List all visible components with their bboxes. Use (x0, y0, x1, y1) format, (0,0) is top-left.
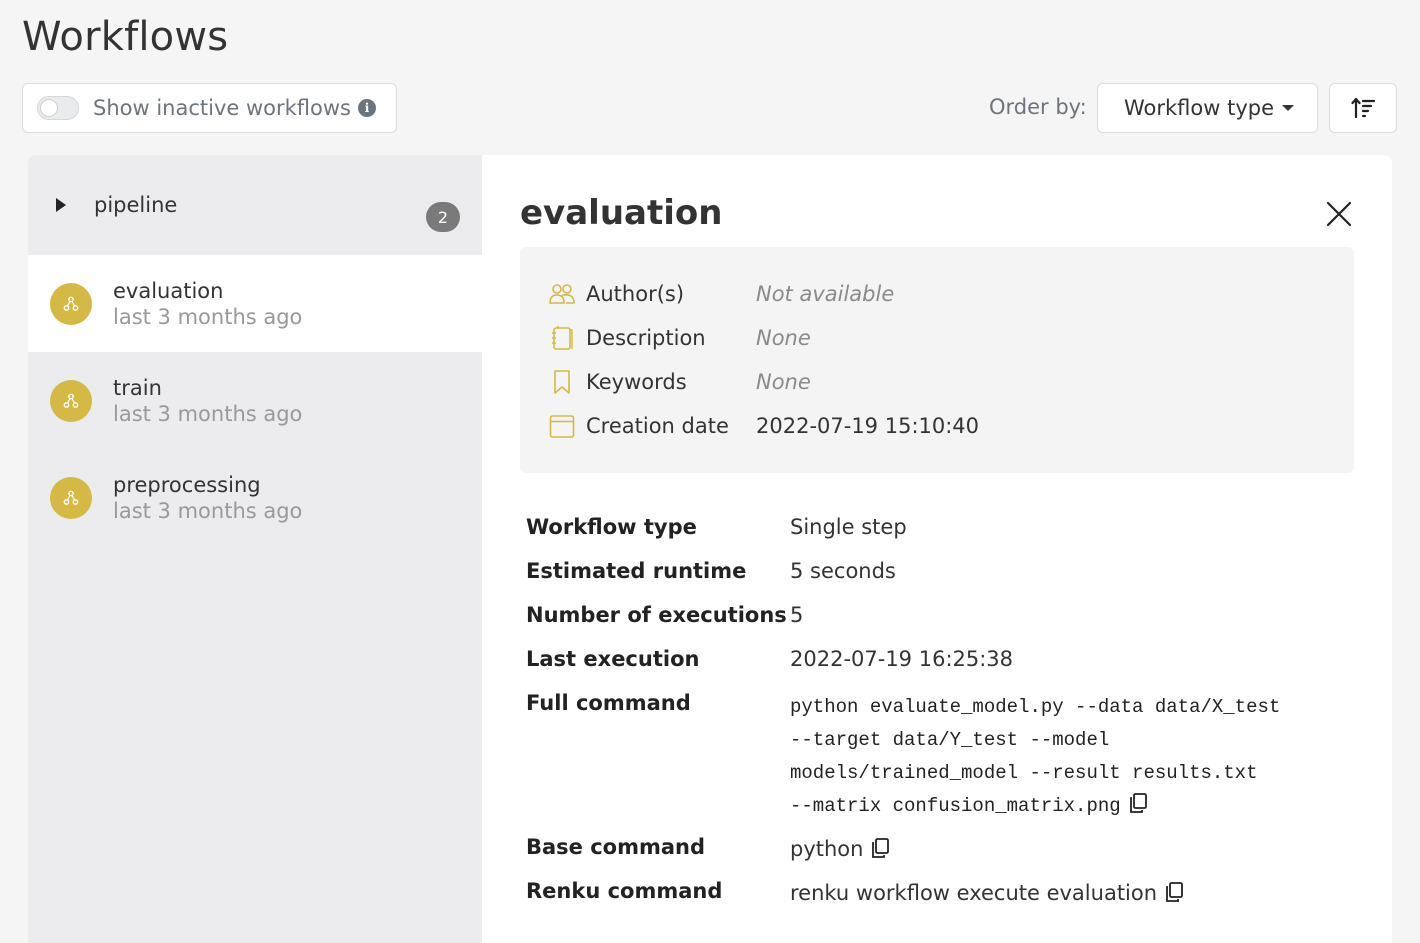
workflow-item[interactable]: preprocessing last 3 months ago (28, 449, 482, 546)
executions-value: 5 (790, 603, 804, 627)
group-name: pipeline (94, 193, 178, 217)
calendar-icon (548, 412, 576, 440)
renku-command-value: renku workflow execute evaluation (790, 881, 1158, 905)
author-value: Not available (756, 282, 895, 306)
sort-direction-button[interactable] (1329, 83, 1397, 133)
workflow-name: evaluation (113, 278, 224, 303)
creation-date-label: Creation date (586, 414, 729, 438)
base-command-wrap: python (790, 837, 890, 861)
runtime-value: 5 seconds (790, 559, 896, 583)
expand-triangle-icon[interactable] (56, 198, 66, 212)
toggle-knob (40, 99, 58, 117)
show-inactive-toggle[interactable]: Show inactive workflows i (22, 83, 397, 133)
command-line: --target data/Y_test --model (790, 729, 1110, 751)
workflow-item[interactable]: train last 3 months ago (28, 352, 482, 449)
count-badge: 2 (426, 202, 460, 232)
keywords-label: Keywords (586, 370, 687, 394)
author-row: Author(s) Not available (548, 279, 894, 309)
people-icon (548, 280, 576, 308)
last-execution-label: Last execution (526, 647, 700, 671)
keywords-row: Keywords None (548, 367, 811, 397)
toggle-label: Show inactive workflows (93, 96, 351, 120)
workflow-name: train (113, 375, 162, 400)
author-label: Author(s) (586, 282, 685, 306)
journal-icon (548, 324, 576, 352)
runtime-label: Estimated runtime (526, 559, 747, 583)
workflow-date: last 3 months ago (113, 304, 303, 329)
order-by-label: Order by: (989, 95, 1087, 119)
metadata-box: Author(s) Not available Description None… (520, 247, 1354, 473)
copy-icon[interactable] (871, 838, 890, 858)
base-command-label: Base command (526, 835, 706, 859)
toggle-switch[interactable] (37, 96, 79, 120)
workflows-panel: pipeline 2 evaluation last 3 months ago … (28, 155, 1392, 943)
description-label: Description (586, 326, 706, 350)
workflow-date: last 3 months ago (113, 401, 303, 426)
creation-date-value: 2022-07-19 15:10:40 (756, 414, 980, 438)
bookmark-icon (548, 368, 576, 396)
order-by-dropdown[interactable]: Workflow type (1097, 83, 1318, 133)
order-by-value: Workflow type (1124, 96, 1275, 120)
description-value: None (756, 326, 811, 350)
executions-label: Number of executions (526, 603, 787, 627)
caret-down-icon (1282, 105, 1295, 111)
command-line: --matrix confusion_matrix.png (790, 795, 1121, 817)
workflow-group-pipeline[interactable]: pipeline 2 (28, 155, 482, 255)
workflow-type-value: Single step (790, 515, 907, 539)
command-line: python evaluate_model.py --data data/X_t… (790, 696, 1281, 718)
keywords-value: None (756, 370, 811, 394)
info-icon[interactable]: i (358, 99, 376, 117)
sort-ascending-icon (1351, 97, 1375, 119)
full-command-label: Full command (526, 691, 691, 715)
workflow-detail: evaluation Author(s) Not available Descr… (482, 155, 1392, 943)
detail-title: evaluation (520, 193, 723, 233)
base-command-value: python (790, 837, 864, 861)
last-execution-value: 2022-07-19 16:25:38 (790, 647, 1014, 671)
page-title: Workflows (22, 14, 229, 60)
renku-command-wrap: renku workflow execute evaluation (790, 881, 1183, 905)
copy-icon[interactable] (1165, 882, 1183, 902)
copy-icon[interactable] (1129, 793, 1147, 813)
creation-date-row: Creation date 2022-07-19 15:10:40 (548, 411, 979, 441)
workflow-name: preprocessing (113, 472, 261, 497)
workflow-type-label: Workflow type (526, 515, 697, 539)
full-command-value: python evaluate_model.py --data data/X_t… (790, 691, 1330, 823)
workflow-icon (50, 379, 92, 422)
command-line: models/trained_model --result results.tx… (790, 762, 1258, 784)
close-icon[interactable] (1326, 201, 1352, 227)
workflow-item[interactable]: evaluation last 3 months ago (28, 255, 482, 352)
description-row: Description None (548, 323, 811, 353)
workflow-icon (50, 282, 92, 325)
workflow-icon (50, 476, 92, 519)
renku-command-label: Renku command (526, 879, 723, 903)
workflow-date: last 3 months ago (113, 498, 303, 523)
workflow-list: pipeline 2 evaluation last 3 months ago … (28, 155, 482, 943)
